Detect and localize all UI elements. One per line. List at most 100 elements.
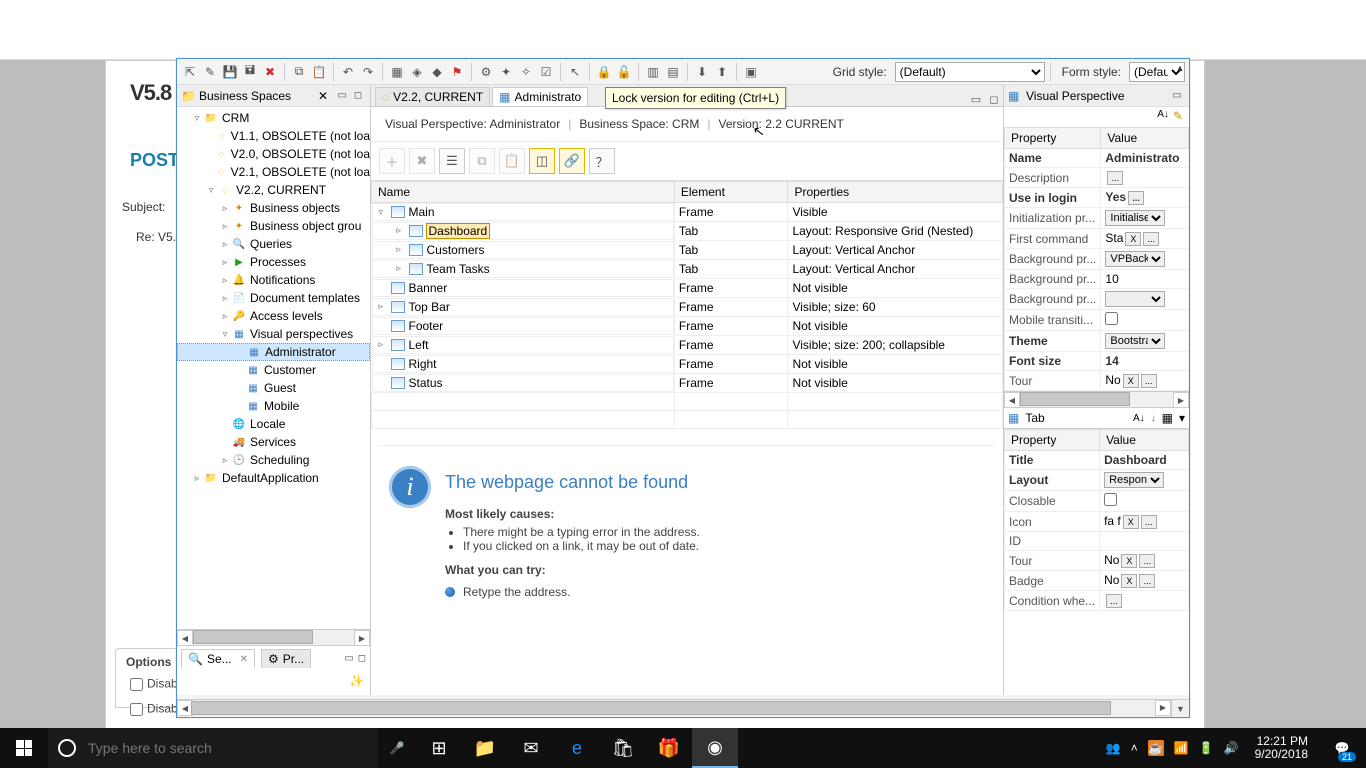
- minimize-icon[interactable]: ▭: [344, 653, 353, 664]
- minimize-icon[interactable]: ▭: [334, 90, 350, 101]
- link-icon[interactable]: ⚙: [477, 63, 495, 81]
- minimize-icon[interactable]: ▭: [967, 93, 985, 106]
- table-row[interactable]: ▹LeftFrameVisible; size: 200; collapsibl…: [372, 336, 1003, 355]
- mic-icon[interactable]: 🎤: [378, 741, 416, 755]
- props-scrollbar[interactable]: ◀▶: [1004, 391, 1189, 407]
- toolbar-btn[interactable]: ▥: [644, 63, 662, 81]
- table-icon[interactable]: ▦: [1162, 411, 1173, 425]
- toolbar-btn[interactable]: ◈: [408, 63, 426, 81]
- property-row[interactable]: Description...: [1005, 168, 1189, 188]
- property-row[interactable]: Font size14: [1005, 352, 1189, 371]
- people-icon[interactable]: 👥: [1106, 741, 1121, 755]
- paste-icon[interactable]: 📋: [499, 148, 525, 174]
- cursor-icon[interactable]: ↖: [566, 63, 584, 81]
- table-row[interactable]: ▹Top BarFrameVisible; size: 60: [372, 298, 1003, 317]
- property-row[interactable]: Condition whe......: [1005, 591, 1189, 611]
- file-explorer-icon[interactable]: 📁: [462, 728, 508, 768]
- start-button[interactable]: [0, 728, 48, 768]
- filter-icon[interactable]: ✎: [1173, 109, 1183, 125]
- property-row[interactable]: ThemeBootstrap: [1005, 331, 1189, 352]
- property-row[interactable]: Background pr...VPBackgr: [1005, 249, 1189, 270]
- task-view-icon[interactable]: ⊞: [416, 728, 462, 768]
- wifi-icon[interactable]: 📶: [1174, 741, 1189, 755]
- property-row[interactable]: BadgeNoX...: [1005, 571, 1189, 591]
- property-row[interactable]: Initialization pr...Initialise: [1005, 208, 1189, 229]
- store-icon[interactable]: 🛍: [600, 728, 646, 768]
- expand-down-icon[interactable]: ▼: [1171, 699, 1189, 717]
- aux-tab-search[interactable]: 🔍Se...✕: [181, 649, 255, 668]
- table-row[interactable]: StatusFrameNot visible: [372, 374, 1003, 393]
- delete-icon[interactable]: ✖: [261, 63, 279, 81]
- properties-table[interactable]: PropertyValue NameAdministratoDescriptio…: [1004, 127, 1189, 391]
- property-row[interactable]: ID: [1005, 532, 1189, 551]
- tab-properties-table[interactable]: PropertyValue TitleDashboardLayoutRespon…: [1004, 429, 1189, 611]
- col-name[interactable]: Name: [372, 182, 675, 203]
- table-row[interactable]: ▿MainFrameVisible: [372, 203, 1003, 222]
- property-row[interactable]: First commandStaX...: [1005, 229, 1189, 249]
- lock-icon[interactable]: 🔒: [595, 63, 613, 81]
- col-properties[interactable]: Properties: [788, 182, 1003, 203]
- java-icon[interactable]: ☕: [1148, 740, 1164, 756]
- minimize-icon[interactable]: ▭: [1169, 90, 1185, 101]
- help-icon[interactable]: ？: [589, 148, 615, 174]
- table-row[interactable]: RightFrameNot visible: [372, 355, 1003, 374]
- property-row[interactable]: Iconfa fX...: [1005, 512, 1189, 532]
- copy-icon[interactable]: ⧉: [290, 63, 308, 81]
- flag-icon[interactable]: ⚑: [448, 63, 466, 81]
- paste-icon[interactable]: 📋: [310, 63, 328, 81]
- toolbar-btn[interactable]: ▦: [388, 63, 406, 81]
- menu-icon[interactable]: ▾: [1179, 411, 1185, 425]
- property-row[interactable]: LayoutResponsiv: [1005, 470, 1189, 491]
- search-input[interactable]: [86, 739, 368, 757]
- table-row[interactable]: FooterFrameNot visible: [372, 317, 1003, 336]
- table-row[interactable]: ▹Team TasksTabLayout: Vertical Anchor: [372, 260, 1003, 279]
- tab-version[interactable]: ◌V2.2, CURRENT: [375, 87, 490, 106]
- taskbar-clock[interactable]: 12:21 PM 9/20/2018: [1249, 735, 1314, 761]
- table-row[interactable]: ▹DashboardTabLayout: Responsive Grid (Ne…: [372, 222, 1003, 241]
- toolbar-btn[interactable]: ✧: [517, 63, 535, 81]
- layout-icon[interactable]: ◫: [529, 148, 555, 174]
- toolbar-btn[interactable]: ▣: [742, 63, 760, 81]
- gift-icon[interactable]: 🎁: [646, 728, 692, 768]
- property-row[interactable]: Background pr...10: [1005, 270, 1189, 289]
- collapse-toolbar-icon[interactable]: ▲: [1173, 61, 1187, 75]
- table-row[interactable]: ▹CustomersTabLayout: Vertical Anchor: [372, 241, 1003, 260]
- property-row[interactable]: TourNoX...: [1005, 371, 1189, 391]
- save-all-icon[interactable]: 🖬: [241, 63, 259, 81]
- sort-icon[interactable]: A↓: [1157, 109, 1169, 125]
- frames-table[interactable]: Name Element Properties ▿MainFrameVisibl…: [371, 181, 1003, 429]
- link-icon[interactable]: 🔗: [559, 148, 585, 174]
- toolbar-btn[interactable]: ⬆: [713, 63, 731, 81]
- ide-horizontal-scrollbar[interactable]: ◀ ▶: [177, 699, 1171, 717]
- toolbar-btn[interactable]: ⬇: [693, 63, 711, 81]
- close-icon[interactable]: ✕: [240, 654, 248, 665]
- sort-icon[interactable]: ↓: [1151, 413, 1156, 424]
- col-element[interactable]: Element: [674, 182, 788, 203]
- edge-icon[interactable]: e: [554, 728, 600, 768]
- property-row[interactable]: Mobile transiti...: [1005, 310, 1189, 331]
- maximize-icon[interactable]: ◻: [358, 653, 366, 664]
- toolbar-btn[interactable]: ☑: [537, 63, 555, 81]
- list-icon[interactable]: ☰: [439, 148, 465, 174]
- battery-icon[interactable]: 🔋: [1199, 741, 1214, 755]
- taskbar-search[interactable]: [48, 728, 378, 768]
- table-row[interactable]: BannerFrameNot visible: [372, 279, 1003, 298]
- property-row[interactable]: Background pr...: [1005, 289, 1189, 310]
- mail-icon[interactable]: ✉: [508, 728, 554, 768]
- tree-item-administrator[interactable]: ▦Administrator: [177, 343, 370, 361]
- property-row[interactable]: Closable: [1005, 491, 1189, 512]
- save-icon[interactable]: 💾: [221, 63, 239, 81]
- undo-icon[interactable]: ↶: [339, 63, 357, 81]
- retype-link[interactable]: Retype the address.: [463, 585, 570, 599]
- toolbar-btn[interactable]: ✦: [497, 63, 515, 81]
- property-row[interactable]: NameAdministrato: [1005, 149, 1189, 168]
- maximize-icon[interactable]: ◻: [985, 93, 1003, 106]
- sort-icon[interactable]: A↓: [1133, 413, 1145, 424]
- property-row[interactable]: TitleDashboard: [1005, 451, 1189, 470]
- unlock-icon[interactable]: 🔓: [615, 63, 633, 81]
- wand-icon[interactable]: ✨: [349, 674, 364, 692]
- close-tab-icon[interactable]: ✕: [318, 89, 328, 103]
- action-center-icon[interactable]: 💬21: [1324, 728, 1360, 768]
- remove-icon[interactable]: ✖: [409, 148, 435, 174]
- tab-administrator[interactable]: ▦Administrato: [492, 87, 588, 106]
